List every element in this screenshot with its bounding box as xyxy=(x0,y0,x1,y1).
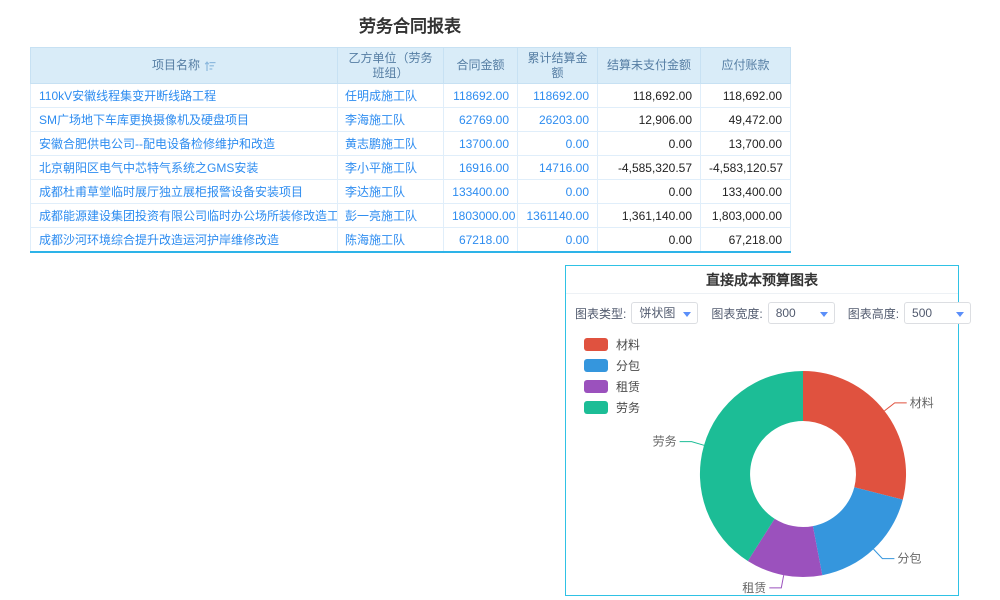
col-header-settled-amount: 累计结算金额 xyxy=(518,48,598,84)
slice-label: 租赁 xyxy=(742,581,766,595)
settled-amount: 26203.00 xyxy=(518,108,598,132)
project-name-link[interactable]: 北京朝阳区电气中芯特气系统之GMS安装 xyxy=(31,156,338,180)
label-line xyxy=(680,442,705,446)
payable-amount: 49,472.00 xyxy=(701,108,791,132)
payable-amount: 67,218.00 xyxy=(701,228,791,253)
settled-amount: 0.00 xyxy=(518,180,598,204)
payable-amount: 1,803,000.00 xyxy=(701,204,791,228)
unpaid-amount: 118,692.00 xyxy=(598,84,701,108)
unpaid-amount: 1,361,140.00 xyxy=(598,204,701,228)
table-row: SM广场地下车库更换摄像机及硬盘项目李海施工队62769.0026203.001… xyxy=(31,108,791,132)
contract-amount: 1803000.00 xyxy=(444,204,518,228)
report-title: 劳务合同报表 xyxy=(30,4,790,47)
label-line xyxy=(874,549,895,559)
unpaid-amount: 0.00 xyxy=(598,228,701,253)
col-header-unpaid-amount: 结算未支付金额 xyxy=(598,48,701,84)
payable-amount: 133,400.00 xyxy=(701,180,791,204)
project-name-link[interactable]: 成都杜甫草堂临时展厅独立展柜报警设备安装项目 xyxy=(31,180,338,204)
contract-table-body: 110kV安徽线程集变开断线路工程任明成施工队118692.00118692.0… xyxy=(31,84,791,253)
payable-amount: 13,700.00 xyxy=(701,132,791,156)
direct-cost-chart-panel: 直接成本预算图表 图表类型: 饼状图 图表宽度: 800 图表高度: 500 材… xyxy=(565,265,959,596)
chart-title: 直接成本预算图表 xyxy=(566,266,958,294)
contract-amount: 16916.00 xyxy=(444,156,518,180)
payable-amount: -4,583,120.57 xyxy=(701,156,791,180)
settled-amount: 1361140.00 xyxy=(518,204,598,228)
unpaid-amount: 0.00 xyxy=(598,180,701,204)
label-line xyxy=(769,575,783,588)
project-name-link[interactable]: 110kV安徽线程集变开断线路工程 xyxy=(31,84,338,108)
settled-amount: 14716.00 xyxy=(518,156,598,180)
unpaid-amount: 12,906.00 xyxy=(598,108,701,132)
project-name-link[interactable]: 安徽合肥供电公司--配电设备检修维护和改造 xyxy=(31,132,338,156)
labor-contract-report-panel: 劳务合同报表 项目名称 乙方单 xyxy=(30,4,790,253)
slice-label: 劳务 xyxy=(653,434,677,449)
contract-amount: 13700.00 xyxy=(444,132,518,156)
sort-amount-icon[interactable] xyxy=(204,60,216,72)
project-name-link[interactable]: 成都沙河环境综合提升改造运河护岸维修改造 xyxy=(31,228,338,253)
pie-slice-材料[interactable] xyxy=(803,371,906,500)
table-row: 成都能源建设集团投资有限公司临时办公场所装修改造工程EPC彭一亮施工队18030… xyxy=(31,204,791,228)
contractor-team: 李达施工队 xyxy=(338,180,444,204)
contractor-team: 陈海施工队 xyxy=(338,228,444,253)
pie-slice-分包[interactable] xyxy=(813,487,903,575)
table-row: 成都杜甫草堂临时展厅独立展柜报警设备安装项目李达施工队133400.000.00… xyxy=(31,180,791,204)
payable-amount: 118,692.00 xyxy=(701,84,791,108)
contract-table: 项目名称 乙方单位（劳务班组） 合同金额 累计结算金额 结算未支付金额 应付账款 xyxy=(30,47,791,253)
table-row: 北京朝阳区电气中芯特气系统之GMS安装李小平施工队16916.0014716.0… xyxy=(31,156,791,180)
contract-amount: 62769.00 xyxy=(444,108,518,132)
table-row: 110kV安徽线程集变开断线路工程任明成施工队118692.00118692.0… xyxy=(31,84,791,108)
project-name-link[interactable]: 成都能源建设集团投资有限公司临时办公场所装修改造工程EPC xyxy=(31,204,338,228)
col-header-label: 项目名称 xyxy=(152,58,200,73)
project-name-link[interactable]: SM广场地下车库更换摄像机及硬盘项目 xyxy=(31,108,338,132)
unpaid-amount: 0.00 xyxy=(598,132,701,156)
col-header-payable: 应付账款 xyxy=(701,48,791,84)
table-row: 安徽合肥供电公司--配电设备检修维护和改造黄志鹏施工队13700.000.000… xyxy=(31,132,791,156)
label-line xyxy=(884,403,906,411)
col-header-contractor-team: 乙方单位（劳务班组） xyxy=(338,48,444,84)
col-header-contract-amount: 合同金额 xyxy=(444,48,518,84)
slice-label: 分包 xyxy=(897,552,921,566)
slice-label: 材料 xyxy=(910,396,934,410)
contractor-team: 任明成施工队 xyxy=(338,84,444,108)
unpaid-amount: -4,585,320.57 xyxy=(598,156,701,180)
col-header-project-name: 项目名称 xyxy=(31,48,338,84)
contract-amount: 133400.00 xyxy=(444,180,518,204)
table-header-row: 项目名称 乙方单位（劳务班组） 合同金额 累计结算金额 结算未支付金额 应付账款 xyxy=(31,48,791,84)
contractor-team: 彭一亮施工队 xyxy=(338,204,444,228)
contract-amount: 118692.00 xyxy=(444,84,518,108)
contractor-team: 李海施工队 xyxy=(338,108,444,132)
settled-amount: 118692.00 xyxy=(518,84,598,108)
contract-amount: 67218.00 xyxy=(444,228,518,253)
contractor-team: 黄志鹏施工队 xyxy=(338,132,444,156)
settled-amount: 0.00 xyxy=(518,228,598,253)
donut-chart: 材料分包租赁 劳务 xyxy=(566,296,960,596)
settled-amount: 0.00 xyxy=(518,132,598,156)
table-row: 成都沙河环境综合提升改造运河护岸维修改造陈海施工队67218.000.000.0… xyxy=(31,228,791,253)
contractor-team: 李小平施工队 xyxy=(338,156,444,180)
